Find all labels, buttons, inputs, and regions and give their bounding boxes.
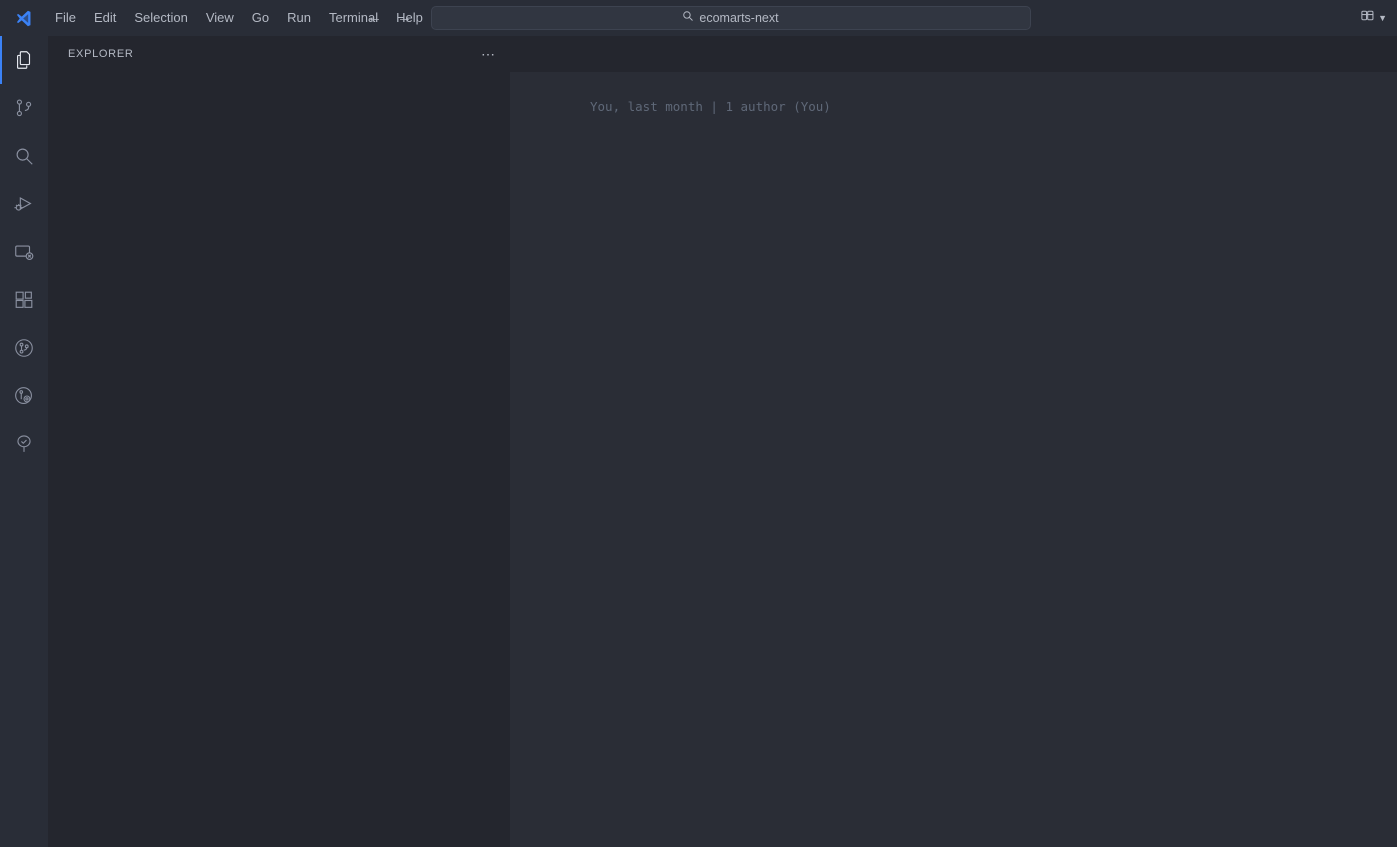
activity-item-project-manager[interactable]	[0, 420, 48, 468]
activity-bar	[0, 36, 48, 847]
explorer-sidebar: EXPLORER ⋯	[48, 36, 510, 847]
activity-item-source-control[interactable]	[0, 84, 48, 132]
vscode-window: FileEditSelectionViewGoRunTerminalHelp ←…	[0, 0, 1397, 847]
arrow-left-icon[interactable]: ←	[367, 10, 383, 26]
activity-item-search[interactable]	[0, 132, 48, 180]
workbench-body: EXPLORER ⋯ You, last month | 1 author (Y…	[0, 36, 1397, 847]
file-tree[interactable]	[48, 71, 510, 847]
chevron-down-icon[interactable]: ▼	[1378, 13, 1387, 23]
editor-area: You, last month | 1 author (You)	[510, 36, 1397, 847]
title-bar: FileEditSelectionViewGoRunTerminalHelp ←…	[0, 0, 1397, 36]
search-input[interactable]: ecomarts-next	[431, 6, 1031, 30]
navigation-arrows: ← →	[367, 10, 413, 26]
breadcrumb[interactable]	[510, 72, 1397, 95]
activity-item-git-graph[interactable]	[0, 324, 48, 372]
title-bar-actions: ▼	[1360, 8, 1387, 28]
menu-file[interactable]: File	[46, 6, 85, 30]
search-icon	[682, 9, 694, 27]
menu-view[interactable]: View	[197, 6, 243, 30]
search-input-value: ecomarts-next	[699, 11, 778, 25]
code-editor[interactable]	[510, 117, 1397, 847]
activity-item-extensions[interactable]	[0, 276, 48, 324]
editor-tab-bar	[510, 36, 1397, 72]
ellipsis-icon[interactable]: ⋯	[481, 49, 496, 59]
activity-item-explorer[interactable]	[0, 36, 48, 84]
layout-toggle-icon[interactable]	[1360, 8, 1375, 28]
activity-item-remote-explorer[interactable]	[0, 228, 48, 276]
menu-go[interactable]: Go	[243, 6, 278, 30]
arrow-right-icon[interactable]: →	[397, 10, 413, 26]
git-blame-header: You, last month | 1 author (You)	[510, 95, 1397, 117]
menu-run[interactable]: Run	[278, 6, 320, 30]
menu-edit[interactable]: Edit	[85, 6, 125, 30]
sidebar-header: EXPLORER ⋯	[48, 36, 510, 71]
activity-item-run-and-debug[interactable]	[0, 180, 48, 228]
sidebar-title: EXPLORER	[68, 48, 134, 60]
vscode-logo-icon	[0, 9, 46, 28]
menu-selection[interactable]: Selection	[125, 6, 196, 30]
activity-item-git-lens[interactable]	[0, 372, 48, 420]
